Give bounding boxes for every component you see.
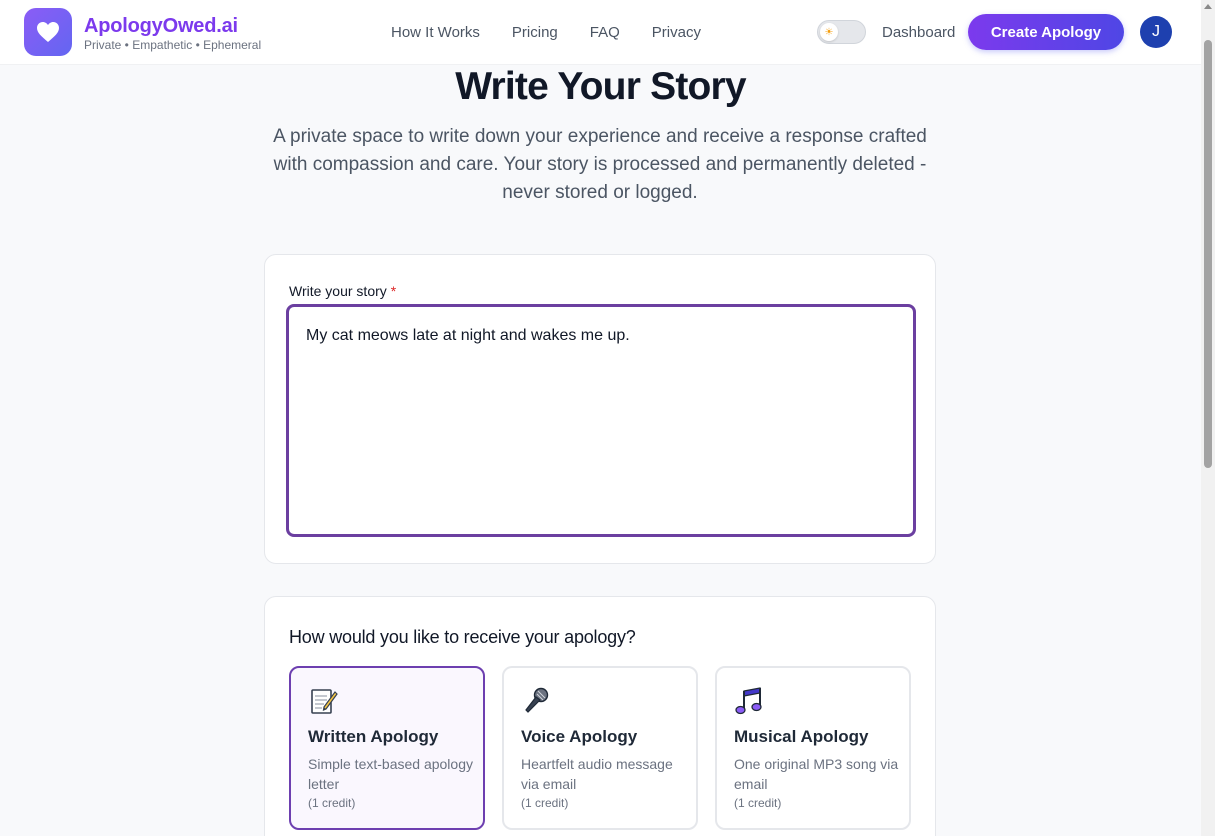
logo[interactable] (24, 8, 72, 56)
scroll-up-arrow-icon[interactable] (1204, 4, 1212, 9)
option-credit: (1 credit) (521, 796, 569, 810)
option-credit: (1 credit) (734, 796, 782, 810)
memo-icon (311, 689, 338, 714)
option-description: Simple text-based apology letter (308, 756, 473, 792)
required-marker: * (390, 283, 397, 299)
page-title: Write Your Story (455, 65, 746, 108)
delivery-card: How would you like to receive your apolo… (264, 596, 936, 836)
option-title: Written Apology (308, 727, 439, 746)
option-written-apology[interactable]: Written Apology Simple text-based apolog… (289, 666, 485, 830)
scrollbar[interactable] (1201, 0, 1215, 836)
brand[interactable]: ApologyOwed.ai Private • Empathetic • Ep… (84, 15, 261, 52)
nav-link-faq[interactable]: FAQ (590, 24, 620, 42)
option-description: Heartfelt audio message via email (521, 756, 673, 792)
dashboard-link[interactable]: Dashboard (882, 24, 955, 42)
option-description: One original MP3 song via email (734, 756, 899, 792)
microphone-icon (525, 687, 549, 713)
create-apology-button[interactable]: Create Apology (968, 14, 1124, 50)
option-title: Voice Apology (521, 727, 638, 746)
avatar[interactable]: J (1140, 16, 1172, 48)
page-subtitle: A private space to write down your exper… (273, 126, 927, 203)
nav-link-pricing[interactable]: Pricing (512, 24, 558, 42)
brand-name: ApologyOwed.ai (84, 15, 238, 37)
story-label: Write your story * (289, 282, 396, 300)
music-notes-icon (735, 687, 762, 715)
scroll-thumb[interactable] (1204, 40, 1212, 468)
sun-icon: ☀ (820, 23, 838, 41)
option-title: Musical Apology (734, 727, 869, 746)
heart-icon (37, 22, 59, 42)
delivery-title: How would you like to receive your apolo… (289, 627, 636, 647)
story-label-text: Write your story (289, 283, 387, 299)
story-card: Write your story * My cat meows late at n… (264, 254, 936, 564)
site-header: ApologyOwed.ai Private • Empathetic • Ep… (0, 0, 1201, 64)
story-textarea[interactable]: My cat meows late at night and wakes me … (286, 304, 916, 537)
brand-tagline: Private • Empathetic • Ephemeral (84, 38, 262, 52)
main-nav: How It Works Pricing FAQ Privacy (391, 24, 733, 42)
theme-toggle[interactable]: ☀ (817, 20, 866, 44)
option-musical-apology[interactable]: Musical Apology One original MP3 song vi… (715, 666, 911, 830)
option-voice-apology[interactable]: Voice Apology Heartfelt audio message vi… (502, 666, 698, 830)
option-credit: (1 credit) (308, 796, 356, 810)
nav-link-how-it-works[interactable]: How It Works (391, 24, 480, 42)
nav-link-privacy[interactable]: Privacy (652, 24, 701, 42)
